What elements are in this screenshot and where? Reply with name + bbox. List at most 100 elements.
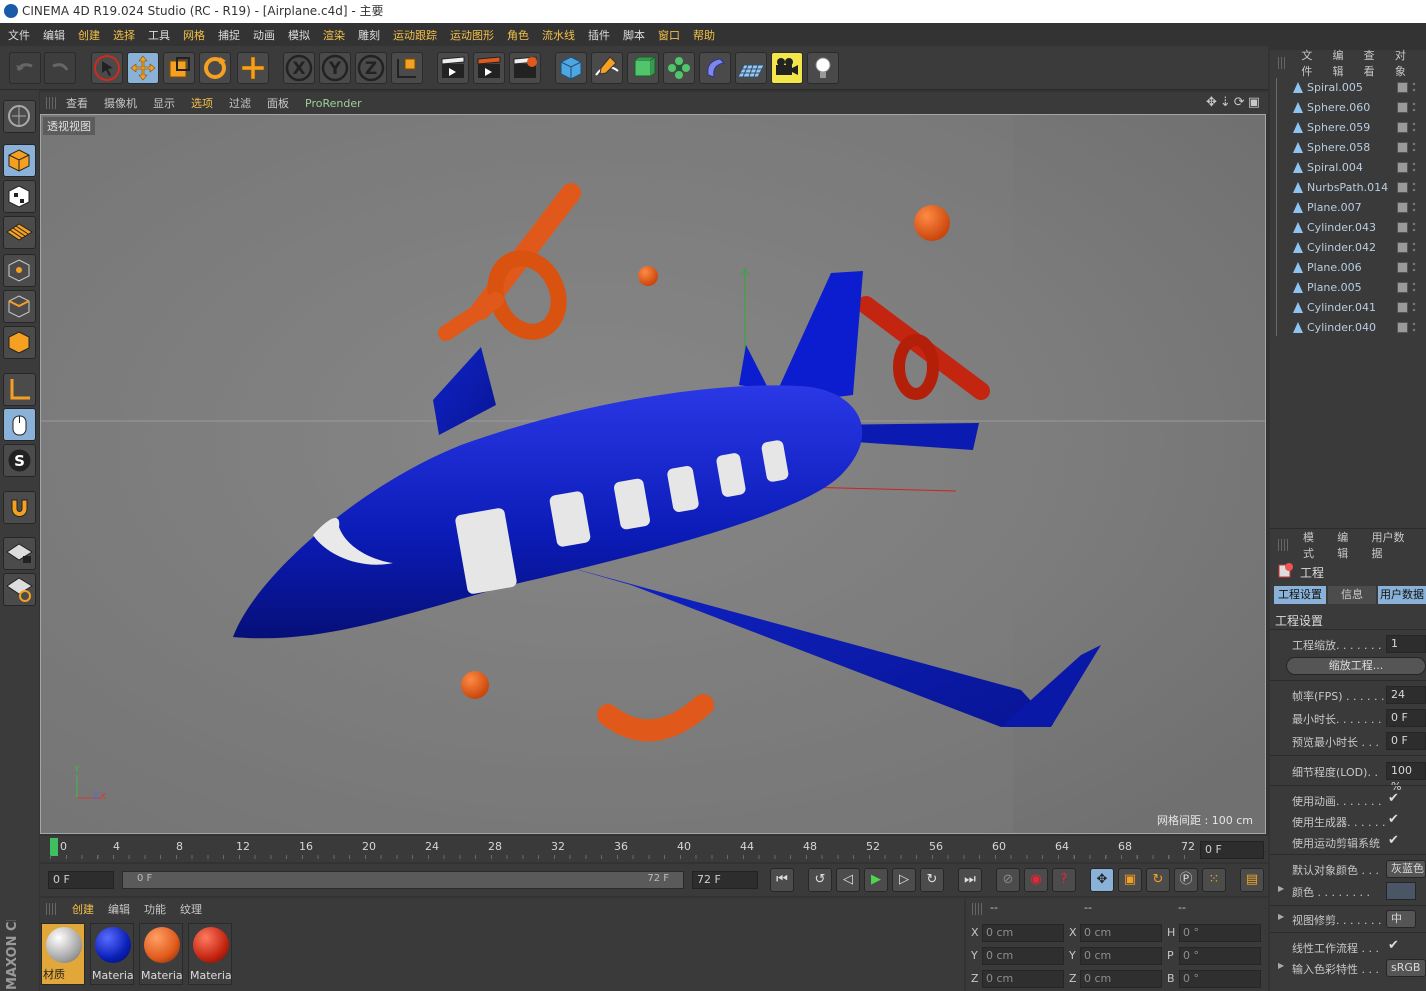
layer-toggle-icon[interactable] (1397, 102, 1408, 113)
add-camera-button[interactable] (771, 52, 803, 84)
rotation-p-field[interactable]: 0 ° (1179, 947, 1261, 965)
menu-pipeline[interactable]: 流水线 (542, 27, 575, 43)
menu-character[interactable]: 角色 (507, 27, 529, 43)
previous-key-button[interactable]: ↺ (808, 868, 832, 892)
next-frame-button[interactable]: ▷ (892, 868, 916, 892)
project-scale-field[interactable]: 1 (1386, 635, 1426, 653)
object-row[interactable]: Cylinder.042 (1274, 238, 1422, 258)
record-position-button[interactable]: ✥ (1090, 868, 1114, 892)
position-z-field[interactable]: 0 cm (982, 970, 1064, 988)
menu-render[interactable]: 渲染 (323, 27, 345, 43)
maximize-view-icon[interactable]: ▣ (1248, 95, 1260, 110)
vp-menu-camera[interactable]: 摄像机 (104, 95, 137, 111)
live-selection-button[interactable] (91, 52, 123, 84)
expand-arrow-icon[interactable]: ▶ (1278, 961, 1284, 970)
visibility-dots-icon[interactable] (1412, 241, 1416, 255)
expand-arrow-icon[interactable]: ▶ (1278, 912, 1284, 921)
visibility-dots-icon[interactable] (1412, 161, 1416, 175)
tab-project-settings[interactable]: 工程设置 (1274, 586, 1326, 604)
scale-project-button[interactable]: 缩放工程... (1286, 657, 1426, 675)
object-row[interactable]: Sphere.059 (1274, 118, 1422, 138)
coordinate-system-button[interactable] (391, 52, 423, 84)
object-row[interactable]: NurbsPath.014 (1274, 178, 1422, 198)
visibility-dots-icon[interactable] (1412, 201, 1416, 215)
size-x-field[interactable]: 0 cm (1080, 924, 1162, 942)
add-subdivision-surface-button[interactable] (627, 52, 659, 84)
menu-select[interactable]: 选择 (113, 27, 135, 43)
visibility-dots-icon[interactable] (1412, 261, 1416, 275)
end-frame-field[interactable]: 72 F (692, 871, 758, 889)
tab-info[interactable]: 信息 (1328, 586, 1376, 604)
rotation-b-field[interactable]: 0 ° (1179, 970, 1261, 988)
auto-keying-button[interactable]: ◉ (1024, 868, 1048, 892)
solo-button[interactable]: S (3, 444, 36, 477)
rotate-tool-button[interactable] (199, 52, 231, 84)
menu-script[interactable]: 脚本 (623, 27, 645, 43)
workplane-mode-button[interactable] (3, 216, 36, 249)
material-swatch[interactable]: Materia (139, 923, 183, 985)
tweak-mode-button[interactable] (3, 408, 36, 441)
object-row[interactable]: Sphere.058 (1274, 138, 1422, 158)
linear-workflow-checkbox[interactable]: ✔ (1388, 938, 1399, 953)
tab-user-data[interactable]: 用户数据 (1378, 586, 1426, 604)
snap-button[interactable] (3, 491, 36, 524)
add-deformer-button[interactable] (699, 52, 731, 84)
start-frame-field[interactable]: 0 F (48, 871, 114, 889)
layer-toggle-icon[interactable] (1397, 282, 1408, 293)
move-tool-button[interactable] (127, 52, 159, 84)
layer-toggle-icon[interactable] (1397, 202, 1408, 213)
points-mode-button[interactable] (3, 254, 36, 287)
view-clipping-dropdown[interactable]: 中 (1386, 910, 1416, 928)
object-row[interactable]: Sphere.060 (1274, 98, 1422, 118)
material-swatch[interactable]: Materia (188, 923, 232, 985)
visibility-dots-icon[interactable] (1412, 281, 1416, 295)
material-swatch[interactable]: 材质 (41, 923, 85, 985)
layer-toggle-icon[interactable] (1397, 242, 1408, 253)
visibility-dots-icon[interactable] (1412, 81, 1416, 95)
menu-mesh[interactable]: 网格 (183, 27, 205, 43)
om-menu-objects[interactable]: 对象 (1395, 47, 1412, 79)
layer-toggle-icon[interactable] (1397, 262, 1408, 273)
add-floor-button[interactable] (735, 52, 767, 84)
layer-toggle-icon[interactable] (1397, 142, 1408, 153)
z-axis-lock-button[interactable]: Z (355, 52, 387, 84)
menu-motion-tracking[interactable]: 运动跟踪 (393, 27, 437, 43)
input-color-profile-dropdown[interactable]: sRGB (1386, 959, 1426, 977)
polygons-mode-button[interactable] (3, 326, 36, 359)
visibility-dots-icon[interactable] (1412, 141, 1416, 155)
menu-snap[interactable]: 捕捉 (218, 27, 240, 43)
model-mode-button[interactable] (3, 144, 36, 177)
use-motion-system-checkbox[interactable]: ✔ (1388, 833, 1399, 848)
render-view-button[interactable] (437, 52, 469, 84)
visibility-dots-icon[interactable] (1412, 321, 1416, 335)
dolly-icon[interactable]: ⇣ (1220, 95, 1231, 110)
layer-toggle-icon[interactable] (1397, 322, 1408, 333)
planar-workplane-button[interactable] (3, 573, 36, 606)
layer-toggle-icon[interactable] (1397, 302, 1408, 313)
fps-field[interactable]: 24 (1386, 686, 1426, 704)
record-point-level-button[interactable]: ⁙ (1202, 868, 1226, 892)
go-to-start-button[interactable]: ⏮ (770, 868, 794, 892)
vp-menu-filter[interactable]: 过滤 (229, 95, 251, 111)
visibility-dots-icon[interactable] (1412, 121, 1416, 135)
material-swatch[interactable]: Materia (90, 923, 134, 985)
undo-button[interactable] (9, 52, 41, 84)
vp-menu-prorender[interactable]: ProRender (305, 97, 362, 110)
pan-icon[interactable]: ✥ (1206, 95, 1217, 110)
om-menu-edit[interactable]: 编辑 (1333, 47, 1350, 79)
menu-file[interactable]: 文件 (8, 27, 30, 43)
layer-toggle-icon[interactable] (1397, 162, 1408, 173)
recent-tool-button[interactable] (237, 52, 269, 84)
record-keys-disabled-button[interactable]: ⊘ (996, 868, 1020, 892)
playhead-marker[interactable] (50, 838, 58, 856)
render-settings-button[interactable] (509, 52, 541, 84)
menu-help[interactable]: 帮助 (693, 27, 715, 43)
vp-menu-view[interactable]: 查看 (66, 95, 88, 111)
vp-menu-panel[interactable]: 面板 (267, 95, 289, 111)
add-light-button[interactable] (807, 52, 839, 84)
edges-mode-button[interactable] (3, 290, 36, 323)
add-spline-pen-button[interactable] (591, 52, 623, 84)
menu-sculpt[interactable]: 雕刻 (358, 27, 380, 43)
object-row[interactable]: Plane.005 (1274, 278, 1422, 298)
make-editable-button[interactable] (3, 100, 36, 133)
